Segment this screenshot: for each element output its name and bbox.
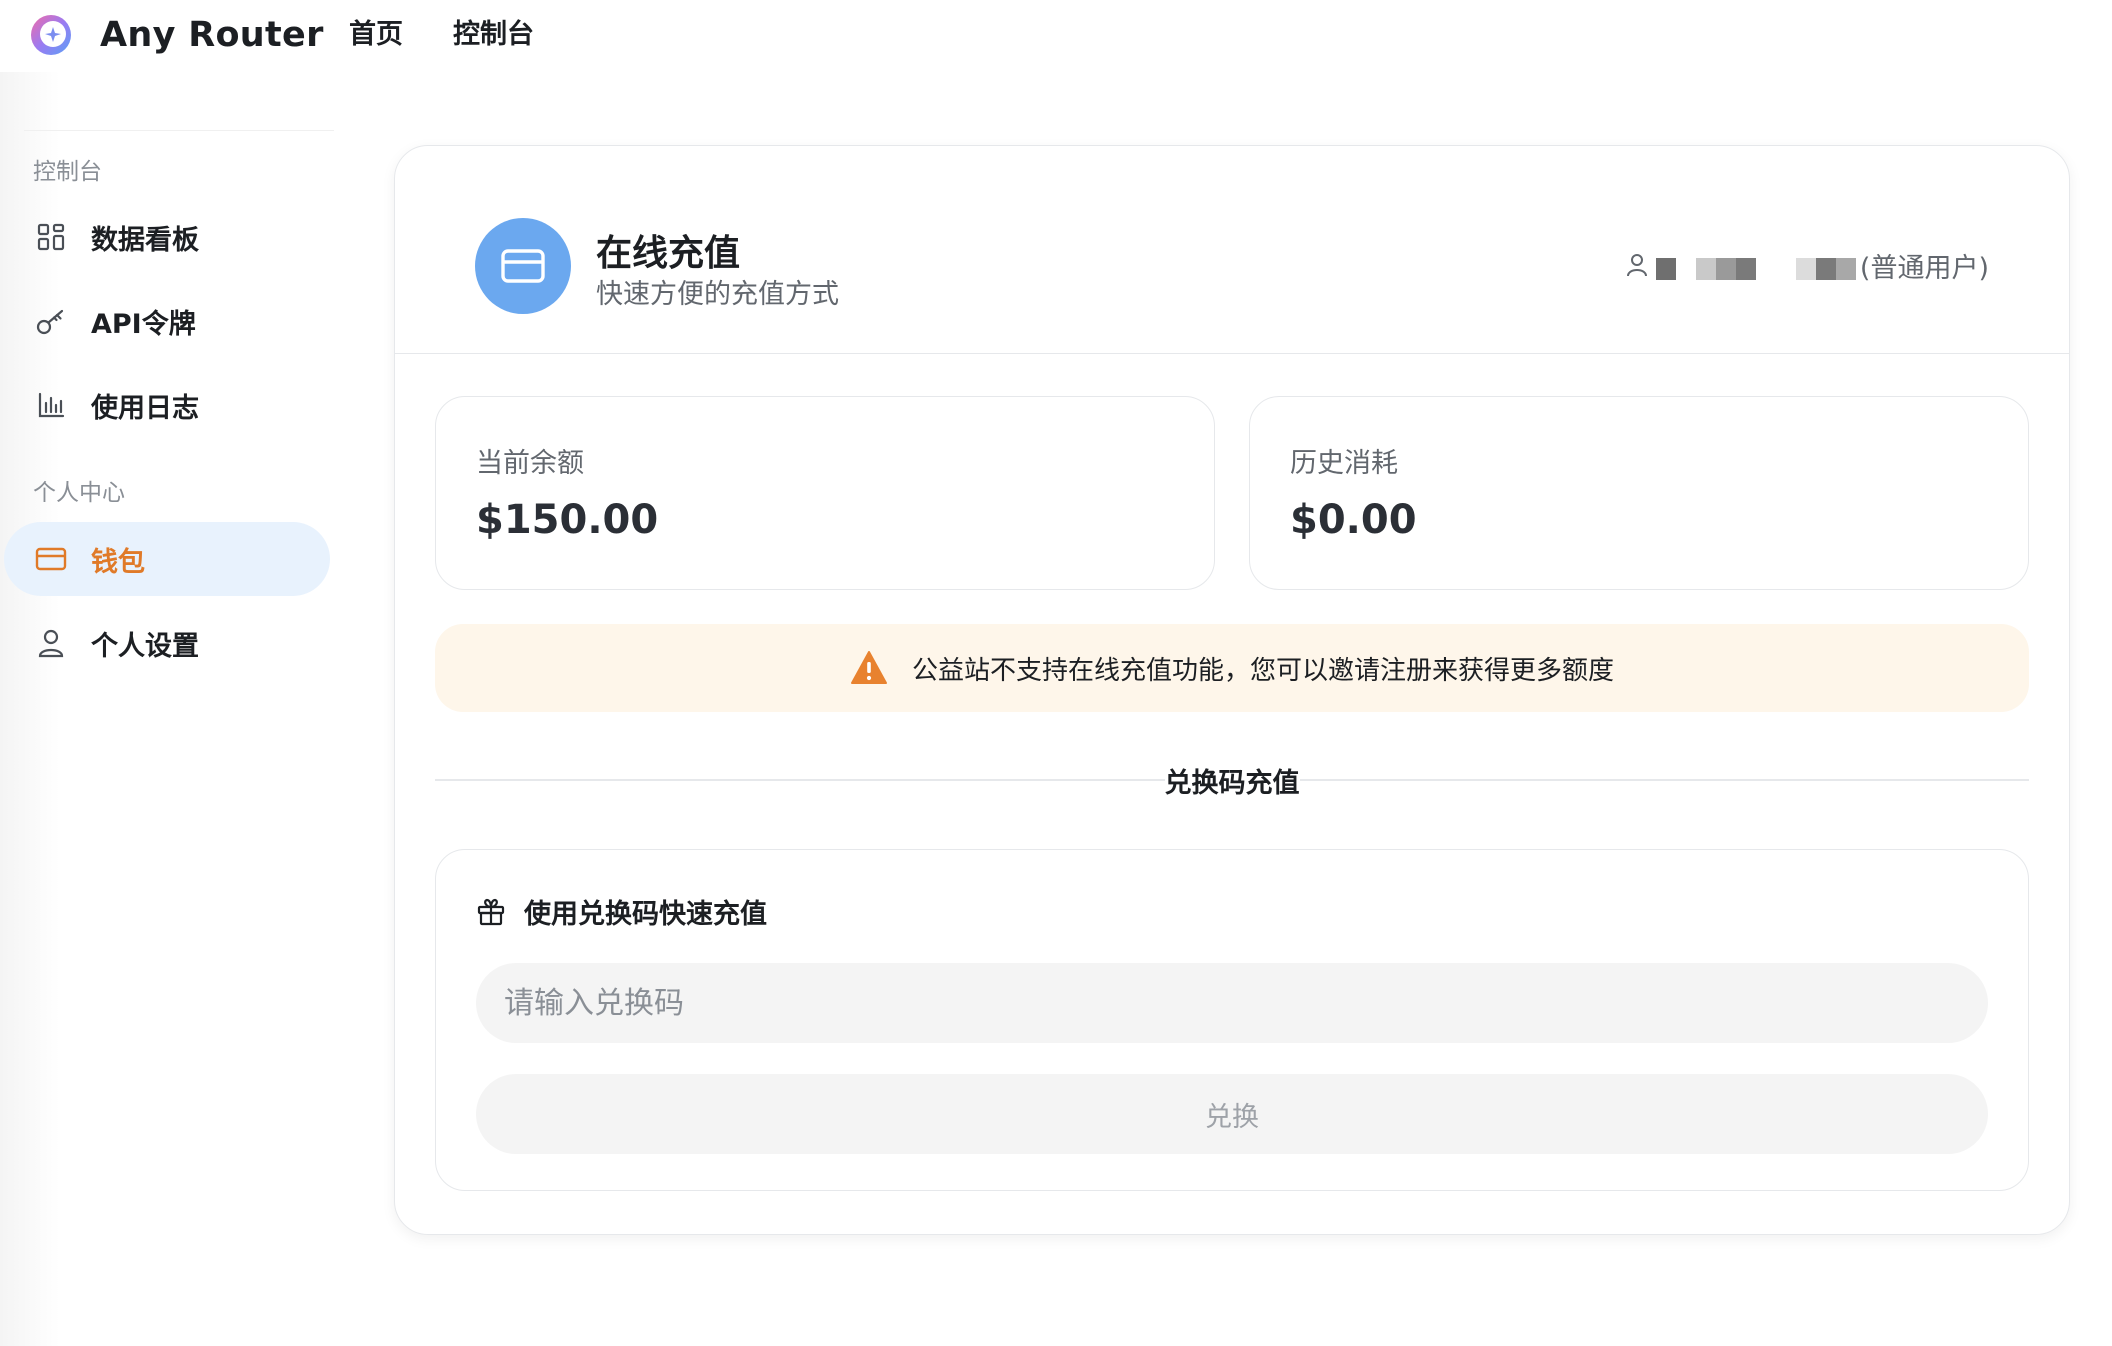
redeem-section-title: 兑换码充值 [1164,768,1300,799]
recharge-card: 在线充值 快速方便的充值方式 (普通用户) 当前余额 $150.00 历史消耗 … [394,145,2070,1235]
redacted-username [1695,257,1756,280]
consumed-card: 历史消耗 $0.00 [1249,396,2029,590]
sidebar-item-usage-log[interactable]: 使用日志 [4,368,330,442]
sidebar-item-dashboard[interactable]: 数据看板 [4,200,330,274]
consumed-value: $0.00 [1290,497,1417,543]
sidebar-divider [24,130,334,131]
user-role: (普通用户) [1859,253,1989,284]
redeem-code-input[interactable] [476,963,1988,1043]
balance-value: $150.00 [476,497,659,543]
key-icon [34,304,68,338]
user-icon [1626,253,1647,276]
redeem-card: 使用兑换码快速充值 兑换 [435,849,2029,1191]
credit-card-icon [475,218,571,314]
sidebar-item-label: 钱包 [91,546,145,578]
nav-console[interactable]: 控制台 [453,12,534,58]
gift-icon [477,898,505,925]
top-bar: Any Router 首页 控制台 [0,0,2112,72]
logo-icon[interactable] [28,12,74,58]
redacted-username [1755,257,1796,280]
balance-label: 当前余额 [476,448,584,479]
notice-text: 公益站不支持在线充值功能，您可以邀请注册来获得更多额度 [911,655,1614,686]
redeem-button[interactable]: 兑换 [476,1074,1988,1154]
balance-card: 当前余额 $150.00 [435,396,1215,590]
sidebar: 控制台 数据看板 API令牌 使用日志 个人中心 钱包 个人设置 [0,72,340,1346]
nav-home[interactable]: 首页 [349,12,403,58]
sidebar-item-settings[interactable]: 个人设置 [4,606,330,680]
redeem-title-row: 使用兑换码快速充值 [476,892,767,931]
redacted-username [1675,257,1696,280]
user-info: (普通用户) [1626,246,1989,285]
sidebar-item-label: API令牌 [91,308,196,340]
card-header: 在线充值 快速方便的充值方式 (普通用户) [395,146,2069,354]
redacted-username [1795,257,1856,280]
dashboard-grid-icon [34,220,68,254]
consumed-label: 历史消耗 [1290,448,1398,479]
redeem-section-label: 兑换码充值 [395,761,2069,800]
redeem-card-title: 使用兑换码快速充值 [524,899,767,930]
sidebar-item-label: 个人设置 [91,630,199,662]
sidebar-item-api-tokens[interactable]: API令牌 [4,284,330,358]
brand-name[interactable]: Any Router [100,12,324,58]
page-title: 在线充值 [596,233,741,274]
user-icon [34,626,68,660]
sidebar-item-label: 使用日志 [91,392,199,424]
notice-banner: 公益站不支持在线充值功能，您可以邀请注册来获得更多额度 [435,624,2029,712]
bar-chart-icon [34,388,68,422]
wallet-card-icon [34,542,68,576]
top-nav: 首页 控制台 [349,12,534,58]
sidebar-item-wallet[interactable]: 钱包 [4,522,330,596]
redacted-username [1655,257,1676,280]
page-subtitle: 快速方便的充值方式 [596,279,839,310]
sidebar-section-personal: 个人中心 [33,480,125,506]
sidebar-section-console: 控制台 [33,159,102,185]
warning-icon [850,651,887,684]
sidebar-item-label: 数据看板 [91,224,199,256]
